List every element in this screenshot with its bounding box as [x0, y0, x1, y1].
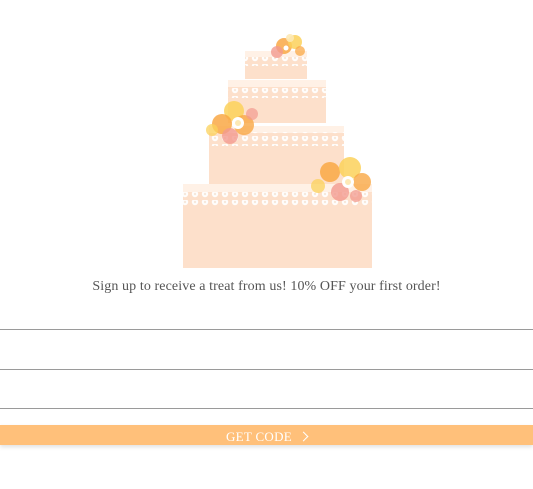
signup-popup: Sign up to receive a treat from us! 10% …: [0, 0, 533, 489]
signup-field-2[interactable]: [0, 332, 533, 370]
get-code-label: GET CODE: [225, 429, 293, 445]
signup-field-3[interactable]: [0, 371, 533, 409]
chevron-right-icon: [298, 431, 309, 441]
wedding-cake-illustration: [183, 34, 372, 268]
signup-field-1[interactable]: [0, 292, 533, 330]
get-code-button[interactable]: GET CODE: [0, 425, 533, 445]
